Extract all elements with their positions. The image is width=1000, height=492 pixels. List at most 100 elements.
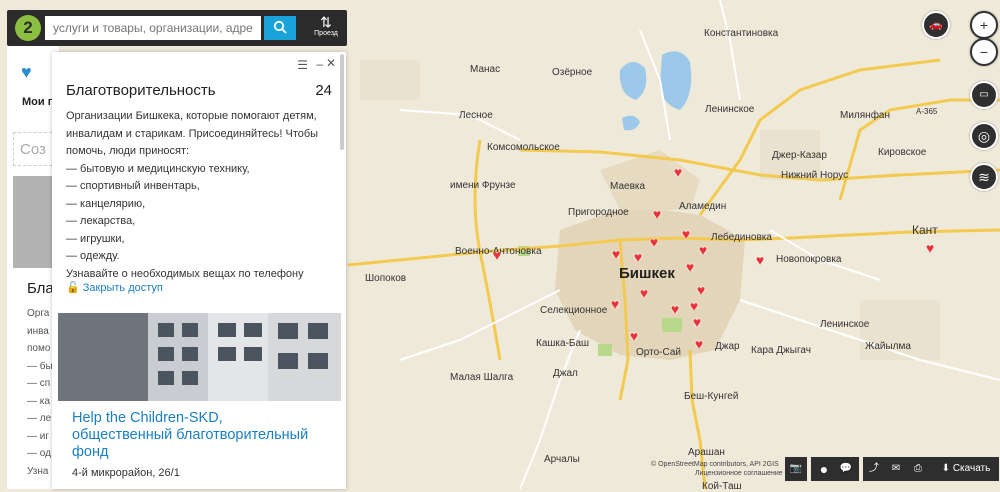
download-icon: ⬇ bbox=[941, 463, 951, 474]
download-button[interactable]: ⬇ Скачать bbox=[935, 457, 997, 481]
search-button[interactable] bbox=[264, 16, 296, 40]
layers-icon: ≋ bbox=[978, 169, 990, 185]
map-label: Шопоков bbox=[365, 273, 407, 284]
org-name-link[interactable]: Help the Children-SKD, общественный благ… bbox=[72, 410, 312, 461]
map-label-city: Бишкек bbox=[619, 265, 675, 282]
heart-marker-icon[interactable]: ♥ bbox=[637, 286, 651, 300]
car-icon: 🚗 bbox=[929, 19, 943, 31]
list-icon[interactable]: ☰ bbox=[297, 58, 308, 72]
map-label: Кировское bbox=[878, 147, 927, 158]
print-icon[interactable]: ⎙ bbox=[907, 457, 929, 481]
heart-marker-icon[interactable]: ♥ bbox=[650, 207, 664, 221]
my-label: Мои п bbox=[22, 96, 55, 108]
close-access-link[interactable]: 🔓 Закрыть доступ bbox=[66, 281, 163, 294]
share-toolbar: ⤴ ✉ ⎙ ⬇ Скачать bbox=[863, 457, 999, 481]
map-label: Константиновка bbox=[704, 28, 779, 39]
heart-marker-icon[interactable]: ♥ bbox=[608, 297, 622, 311]
traffic-button[interactable]: 🚗 bbox=[922, 11, 950, 39]
map-label: Джер-Казар bbox=[772, 150, 827, 161]
crosshair-icon: ◎ bbox=[977, 128, 991, 144]
map-label: Арашан bbox=[688, 447, 725, 458]
route-button[interactable]: ⇅ Проезд bbox=[308, 12, 344, 44]
map-label: Новопокровка bbox=[776, 254, 842, 265]
close-icon[interactable]: ✕ bbox=[326, 56, 336, 70]
minimize-icon[interactable]: – bbox=[316, 57, 323, 71]
item-desc: Орга инва помо — бы — сп — ка — ле — иг … bbox=[27, 308, 53, 477]
heart-marker-icon[interactable]: ♥ bbox=[679, 227, 693, 241]
map-label: Кой-Таш bbox=[702, 481, 742, 492]
card-description: Организации Бишкека, которые помогают де… bbox=[66, 110, 319, 280]
map-label: Кант bbox=[912, 223, 938, 237]
heart-marker-icon[interactable]: ♥ bbox=[683, 260, 697, 274]
building-photo bbox=[58, 313, 341, 401]
map-label: Милянфан bbox=[840, 110, 890, 121]
create-label: Соз bbox=[20, 141, 46, 158]
heart-marker-icon[interactable]: ♥ bbox=[671, 165, 685, 179]
zoom-out-button[interactable]: − bbox=[970, 38, 998, 66]
org-address: 4-й микрорайон, 26/1 bbox=[72, 467, 180, 479]
chat-icon[interactable]: 💬 bbox=[835, 457, 857, 481]
card-title: Благотворительность bbox=[66, 82, 216, 99]
minus-icon: − bbox=[979, 44, 989, 60]
scrollbar[interactable] bbox=[340, 54, 344, 150]
heart-marker-icon[interactable]: ♥ bbox=[692, 337, 706, 351]
map-label: Маевка bbox=[610, 181, 646, 192]
heart-marker-icon[interactable]: ♥ bbox=[647, 235, 661, 249]
attribution-text: © OpenStreetMap contributors, API 2GIS bbox=[651, 461, 779, 468]
map-label: Малая Шалга bbox=[450, 372, 514, 383]
heart-marker-icon[interactable]: ♥ bbox=[687, 299, 701, 313]
heart-marker-icon[interactable]: ♥ bbox=[753, 253, 767, 267]
heart-marker-icon[interactable]: ♥ bbox=[694, 283, 708, 297]
screenshot-toolbar: 📷 bbox=[785, 457, 807, 481]
share-icon[interactable]: ⤴ bbox=[863, 457, 885, 481]
search-icon bbox=[273, 20, 287, 34]
map-label: Озёрное bbox=[552, 67, 593, 78]
heart-marker-icon[interactable]: ♥ bbox=[490, 248, 504, 262]
license-link[interactable]: Лицензионное соглашение bbox=[695, 469, 783, 478]
heart-marker-icon[interactable]: ♥ bbox=[627, 329, 641, 343]
map-label: Жайылма bbox=[865, 341, 911, 352]
map-attribution: © OpenStreetMap contributors, API 2GIS Л… bbox=[651, 460, 783, 478]
map-label: Кара Джыгач bbox=[751, 345, 811, 356]
map-label: Аламедин bbox=[679, 201, 727, 212]
route-icon: ⇅ bbox=[320, 14, 332, 30]
heart-icon: ♥ bbox=[21, 62, 32, 82]
mail-icon[interactable]: ✉ bbox=[885, 457, 907, 481]
brand-logo[interactable]: 2 bbox=[15, 15, 41, 41]
geolocation-button[interactable]: ◎ bbox=[970, 122, 998, 150]
heart-marker-icon[interactable]: ♥ bbox=[923, 241, 937, 255]
layers-button[interactable]: ≋ bbox=[970, 163, 998, 191]
search-input[interactable] bbox=[45, 16, 261, 40]
heart-marker-icon[interactable]: ♥ bbox=[696, 243, 710, 257]
plus-icon: + bbox=[979, 17, 989, 33]
map-label: Пригородное bbox=[568, 207, 629, 218]
collection-card: ☰ – ✕ Благотворительность 24 Организации… bbox=[52, 52, 346, 489]
map-label: Джал bbox=[553, 368, 578, 379]
lock-icon: 🔓 bbox=[66, 282, 80, 294]
card-count: 24 bbox=[315, 82, 332, 99]
record-icon[interactable]: ● bbox=[813, 457, 835, 481]
map-label: Орто-Сай bbox=[636, 347, 681, 358]
zoom-in-button[interactable]: + bbox=[970, 11, 998, 39]
map-label: имени Фрунзе bbox=[450, 180, 516, 191]
map-label: Комсомольское bbox=[487, 142, 560, 153]
heart-marker-icon[interactable]: ♥ bbox=[690, 315, 704, 329]
map-label: Кашка-Баш bbox=[536, 338, 590, 349]
map-label: Нижний Норус bbox=[781, 170, 849, 181]
heart-marker-icon[interactable]: ♥ bbox=[668, 302, 682, 316]
ruler-button[interactable]: ▭ bbox=[970, 81, 998, 109]
heart-marker-icon[interactable]: ♥ bbox=[609, 247, 623, 261]
map-label: Селекционное bbox=[540, 305, 608, 316]
map-label: А-365 bbox=[916, 107, 938, 116]
chat-toolbar: ● 💬 bbox=[811, 457, 859, 481]
camera-icon[interactable]: 📷 bbox=[785, 457, 807, 481]
close-access-label: Закрыть доступ bbox=[82, 282, 163, 294]
download-label: Скачать bbox=[952, 463, 991, 474]
map-label: Беш-Кунгей bbox=[684, 391, 739, 402]
map-label: Лесное bbox=[459, 110, 493, 121]
map-label: Манас bbox=[470, 64, 501, 75]
map-label: Арчалы bbox=[544, 454, 580, 465]
map-label: Ленинское bbox=[705, 104, 755, 115]
heart-marker-icon[interactable]: ♥ bbox=[631, 250, 645, 264]
org-photo[interactable] bbox=[58, 313, 341, 401]
